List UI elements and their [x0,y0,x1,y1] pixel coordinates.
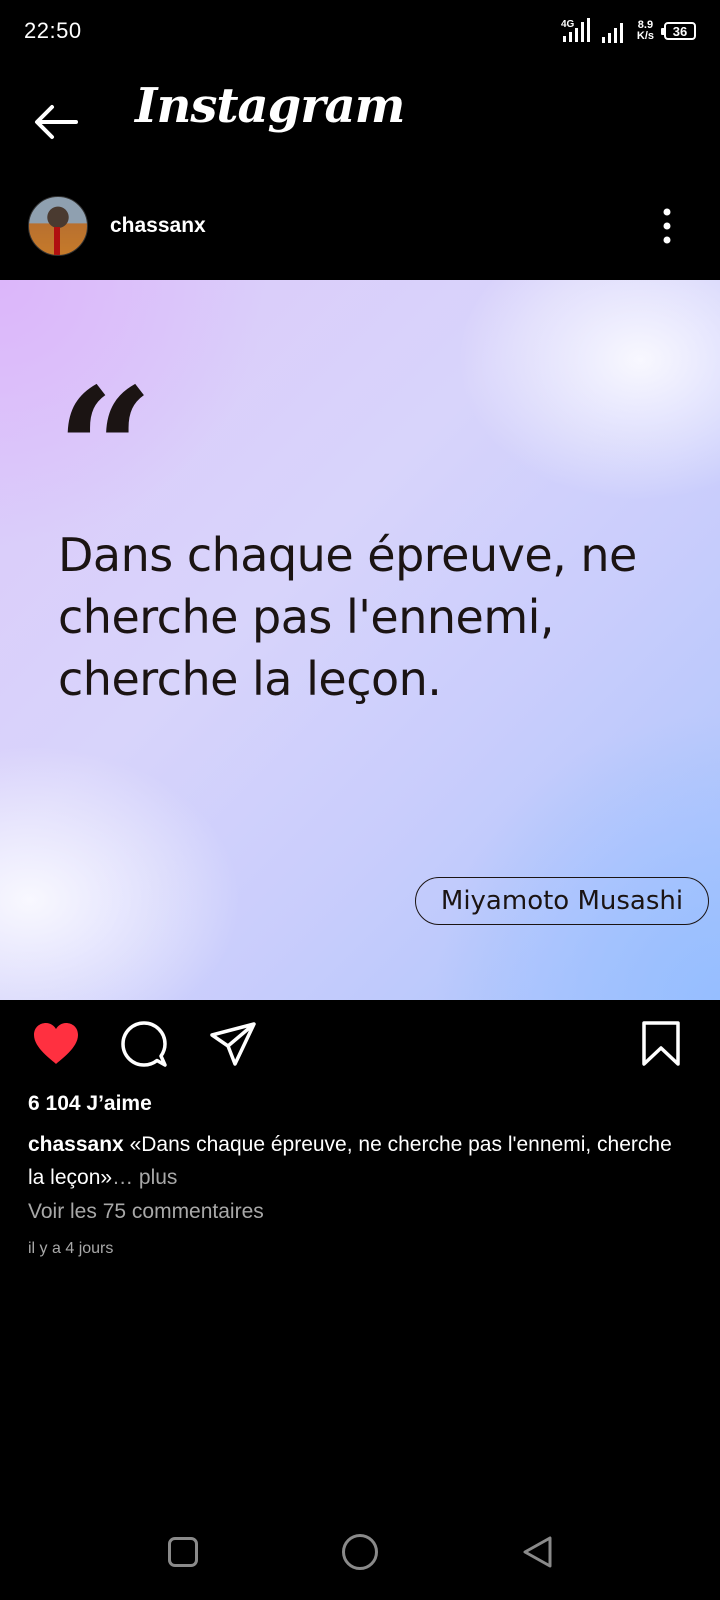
quote-mark: “ [56,366,154,476]
share-button[interactable] [208,1020,258,1068]
author-name: Miyamoto Musashi [440,886,684,916]
post-timestamp: il y a 4 jours [28,1240,114,1257]
battery-icon: 36 [661,22,696,40]
arrow-left-icon [35,105,78,139]
signal-4g-icon: 4G [561,18,590,42]
app-title: Instagram [135,78,405,134]
status-bar: 22:50 4G 8.9 K/s 36 [0,0,720,64]
status-icons: 4G 8.9 K/s 36 [561,16,696,46]
status-time: 22:50 [24,18,82,43]
signal-bars-icon [601,23,623,43]
svg-text:4G: 4G [561,19,575,30]
net-speed: 8.9 K/s [636,19,654,42]
bookmark-icon [642,1021,680,1066]
avatar[interactable] [28,196,88,256]
more-options-button[interactable] [655,206,679,246]
post-caption: chassanx «Dans chaque épreuve, ne cherch… [28,1128,688,1194]
post-username[interactable]: chassanx [110,214,206,238]
triangle-back-icon [523,1536,552,1568]
back-button[interactable] [28,94,84,150]
more-vertical-icon [663,208,671,244]
author-label: Miyamoto Musashi [415,877,709,925]
recents-button[interactable] [168,1537,198,1567]
heart-filled-icon [34,1023,78,1064]
comment-button[interactable] [120,1020,168,1068]
home-button[interactable] [342,1534,378,1570]
likes-count[interactable]: 6 104 J’aime [28,1092,152,1116]
nav-back-button[interactable] [520,1534,554,1570]
like-button[interactable] [30,1020,82,1068]
save-button[interactable] [640,1020,682,1068]
post-image[interactable]: “ Dans chaque épreuve, ne cherche pas l'… [0,280,720,1000]
view-comments-link[interactable]: Voir les 75 commentaires [28,1200,264,1224]
send-icon [210,1022,256,1066]
quote-text: Dans chaque épreuve, ne cherche pas l'en… [58,528,637,706]
comment-icon [121,1021,167,1067]
caption-username[interactable]: chassanx [28,1133,124,1156]
caption-more-link[interactable]: … plus [112,1166,177,1189]
